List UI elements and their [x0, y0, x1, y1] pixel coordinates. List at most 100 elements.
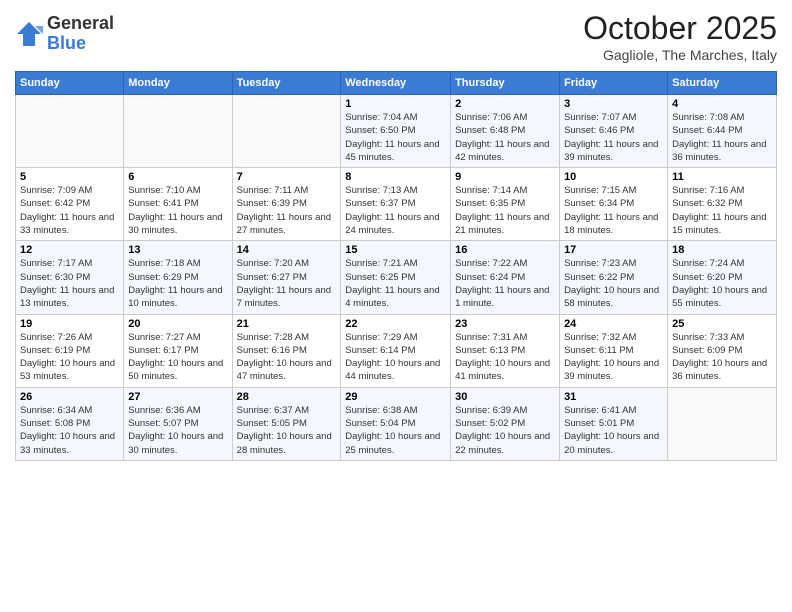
day-number: 7: [237, 171, 337, 183]
day-number: 31: [564, 391, 663, 403]
calendar-header: SundayMondayTuesdayWednesdayThursdayFrid…: [16, 72, 777, 95]
day-cell: 11Sunrise: 7:16 AM Sunset: 6:32 PM Dayli…: [668, 168, 777, 241]
day-cell: 12Sunrise: 7:17 AM Sunset: 6:30 PM Dayli…: [16, 241, 124, 314]
day-info: Sunrise: 7:31 AM Sunset: 6:13 PM Dayligh…: [455, 331, 555, 384]
day-number: 3: [564, 98, 663, 110]
logo-blue: Blue: [47, 34, 114, 54]
header-day-tuesday: Tuesday: [232, 72, 341, 95]
day-number: 13: [128, 244, 227, 256]
day-info: Sunrise: 7:18 AM Sunset: 6:29 PM Dayligh…: [128, 257, 227, 310]
day-cell: 18Sunrise: 7:24 AM Sunset: 6:20 PM Dayli…: [668, 241, 777, 314]
day-number: 25: [672, 318, 772, 330]
header: General Blue October 2025 Gagliole, The …: [15, 10, 777, 63]
day-info: Sunrise: 7:20 AM Sunset: 6:27 PM Dayligh…: [237, 257, 337, 310]
day-info: Sunrise: 7:26 AM Sunset: 6:19 PM Dayligh…: [20, 331, 119, 384]
day-cell: 9Sunrise: 7:14 AM Sunset: 6:35 PM Daylig…: [451, 168, 560, 241]
day-info: Sunrise: 7:32 AM Sunset: 6:11 PM Dayligh…: [564, 331, 663, 384]
day-number: 9: [455, 171, 555, 183]
day-number: 10: [564, 171, 663, 183]
day-number: 16: [455, 244, 555, 256]
day-number: 26: [20, 391, 119, 403]
day-info: Sunrise: 7:27 AM Sunset: 6:17 PM Dayligh…: [128, 331, 227, 384]
day-number: 28: [237, 391, 337, 403]
day-number: 22: [345, 318, 446, 330]
day-info: Sunrise: 7:06 AM Sunset: 6:48 PM Dayligh…: [455, 111, 555, 164]
calendar: SundayMondayTuesdayWednesdayThursdayFrid…: [15, 71, 777, 461]
day-cell: 13Sunrise: 7:18 AM Sunset: 6:29 PM Dayli…: [124, 241, 232, 314]
day-number: 8: [345, 171, 446, 183]
day-info: Sunrise: 7:22 AM Sunset: 6:24 PM Dayligh…: [455, 257, 555, 310]
day-number: 20: [128, 318, 227, 330]
day-info: Sunrise: 6:36 AM Sunset: 5:07 PM Dayligh…: [128, 404, 227, 457]
day-number: 4: [672, 98, 772, 110]
day-cell: 20Sunrise: 7:27 AM Sunset: 6:17 PM Dayli…: [124, 314, 232, 387]
day-cell: 5Sunrise: 7:09 AM Sunset: 6:42 PM Daylig…: [16, 168, 124, 241]
day-cell: 14Sunrise: 7:20 AM Sunset: 6:27 PM Dayli…: [232, 241, 341, 314]
day-cell: 22Sunrise: 7:29 AM Sunset: 6:14 PM Dayli…: [341, 314, 451, 387]
page: General Blue October 2025 Gagliole, The …: [0, 0, 792, 612]
day-info: Sunrise: 7:11 AM Sunset: 6:39 PM Dayligh…: [237, 184, 337, 237]
day-cell: 15Sunrise: 7:21 AM Sunset: 6:25 PM Dayli…: [341, 241, 451, 314]
header-day-sunday: Sunday: [16, 72, 124, 95]
day-number: 2: [455, 98, 555, 110]
day-number: 11: [672, 171, 772, 183]
day-number: 6: [128, 171, 227, 183]
day-cell: 10Sunrise: 7:15 AM Sunset: 6:34 PM Dayli…: [560, 168, 668, 241]
day-cell: 17Sunrise: 7:23 AM Sunset: 6:22 PM Dayli…: [560, 241, 668, 314]
day-cell: 4Sunrise: 7:08 AM Sunset: 6:44 PM Daylig…: [668, 95, 777, 168]
day-info: Sunrise: 7:10 AM Sunset: 6:41 PM Dayligh…: [128, 184, 227, 237]
day-cell: 23Sunrise: 7:31 AM Sunset: 6:13 PM Dayli…: [451, 314, 560, 387]
day-cell: 19Sunrise: 7:26 AM Sunset: 6:19 PM Dayli…: [16, 314, 124, 387]
day-info: Sunrise: 7:29 AM Sunset: 6:14 PM Dayligh…: [345, 331, 446, 384]
logo: General Blue: [15, 14, 114, 54]
header-row: SundayMondayTuesdayWednesdayThursdayFrid…: [16, 72, 777, 95]
day-info: Sunrise: 7:28 AM Sunset: 6:16 PM Dayligh…: [237, 331, 337, 384]
day-info: Sunrise: 7:33 AM Sunset: 6:09 PM Dayligh…: [672, 331, 772, 384]
day-number: 14: [237, 244, 337, 256]
day-info: Sunrise: 7:21 AM Sunset: 6:25 PM Dayligh…: [345, 257, 446, 310]
day-info: Sunrise: 6:41 AM Sunset: 5:01 PM Dayligh…: [564, 404, 663, 457]
day-info: Sunrise: 6:39 AM Sunset: 5:02 PM Dayligh…: [455, 404, 555, 457]
day-cell: [16, 95, 124, 168]
day-info: Sunrise: 7:17 AM Sunset: 6:30 PM Dayligh…: [20, 257, 119, 310]
day-info: Sunrise: 7:14 AM Sunset: 6:35 PM Dayligh…: [455, 184, 555, 237]
title-block: October 2025 Gagliole, The Marches, Ital…: [583, 10, 777, 63]
day-info: Sunrise: 7:04 AM Sunset: 6:50 PM Dayligh…: [345, 111, 446, 164]
day-number: 27: [128, 391, 227, 403]
day-number: 29: [345, 391, 446, 403]
day-cell: 28Sunrise: 6:37 AM Sunset: 5:05 PM Dayli…: [232, 387, 341, 460]
day-number: 1: [345, 98, 446, 110]
day-info: Sunrise: 7:16 AM Sunset: 6:32 PM Dayligh…: [672, 184, 772, 237]
day-cell: 31Sunrise: 6:41 AM Sunset: 5:01 PM Dayli…: [560, 387, 668, 460]
header-day-monday: Monday: [124, 72, 232, 95]
day-info: Sunrise: 6:34 AM Sunset: 5:08 PM Dayligh…: [20, 404, 119, 457]
day-cell: 27Sunrise: 6:36 AM Sunset: 5:07 PM Dayli…: [124, 387, 232, 460]
day-cell: 7Sunrise: 7:11 AM Sunset: 6:39 PM Daylig…: [232, 168, 341, 241]
day-number: 23: [455, 318, 555, 330]
day-cell: 6Sunrise: 7:10 AM Sunset: 6:41 PM Daylig…: [124, 168, 232, 241]
day-number: 12: [20, 244, 119, 256]
day-cell: 21Sunrise: 7:28 AM Sunset: 6:16 PM Dayli…: [232, 314, 341, 387]
day-cell: 2Sunrise: 7:06 AM Sunset: 6:48 PM Daylig…: [451, 95, 560, 168]
week-row-2: 12Sunrise: 7:17 AM Sunset: 6:30 PM Dayli…: [16, 241, 777, 314]
day-info: Sunrise: 7:07 AM Sunset: 6:46 PM Dayligh…: [564, 111, 663, 164]
day-number: 17: [564, 244, 663, 256]
day-cell: 29Sunrise: 6:38 AM Sunset: 5:04 PM Dayli…: [341, 387, 451, 460]
month-title: October 2025: [583, 10, 777, 47]
day-number: 21: [237, 318, 337, 330]
day-info: Sunrise: 7:08 AM Sunset: 6:44 PM Dayligh…: [672, 111, 772, 164]
day-number: 19: [20, 318, 119, 330]
day-cell: 24Sunrise: 7:32 AM Sunset: 6:11 PM Dayli…: [560, 314, 668, 387]
week-row-4: 26Sunrise: 6:34 AM Sunset: 5:08 PM Dayli…: [16, 387, 777, 460]
header-day-wednesday: Wednesday: [341, 72, 451, 95]
week-row-3: 19Sunrise: 7:26 AM Sunset: 6:19 PM Dayli…: [16, 314, 777, 387]
header-day-thursday: Thursday: [451, 72, 560, 95]
day-info: Sunrise: 7:13 AM Sunset: 6:37 PM Dayligh…: [345, 184, 446, 237]
day-number: 18: [672, 244, 772, 256]
day-number: 24: [564, 318, 663, 330]
day-cell: 30Sunrise: 6:39 AM Sunset: 5:02 PM Dayli…: [451, 387, 560, 460]
day-cell: 16Sunrise: 7:22 AM Sunset: 6:24 PM Dayli…: [451, 241, 560, 314]
week-row-1: 5Sunrise: 7:09 AM Sunset: 6:42 PM Daylig…: [16, 168, 777, 241]
day-info: Sunrise: 7:09 AM Sunset: 6:42 PM Dayligh…: [20, 184, 119, 237]
day-number: 5: [20, 171, 119, 183]
